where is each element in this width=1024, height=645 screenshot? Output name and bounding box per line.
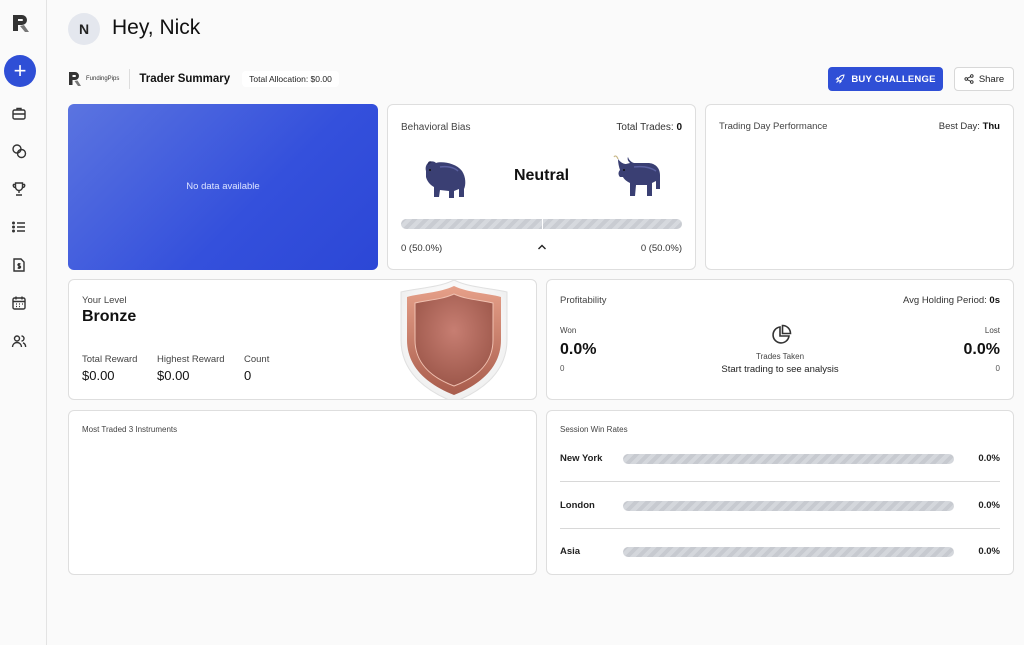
session-name: New York: [560, 453, 603, 464]
highest-reward-stat: Highest Reward $0.00: [157, 354, 225, 383]
session-row-london: London 0.0%: [560, 500, 1000, 546]
session-name: London: [560, 500, 595, 511]
divider: [560, 481, 1000, 482]
card-title: Session Win Rates: [560, 425, 628, 434]
buy-challenge-button[interactable]: BUY CHALLENGE: [828, 67, 943, 91]
best-day-value: Thu: [982, 121, 1000, 132]
sidebar: +: [0, 0, 47, 645]
card-title: Most Traded 3 Instruments: [82, 425, 178, 434]
add-button[interactable]: +: [4, 55, 36, 87]
stat-value: $0.00: [157, 368, 190, 383]
count-stat: Count 0: [244, 354, 269, 383]
chevron-up-icon[interactable]: [536, 241, 548, 253]
session-win-rates-card: Session Win Rates New York 0.0% London 0…: [546, 410, 1014, 575]
list-icon[interactable]: [11, 219, 27, 235]
session-row-new-york: New York 0.0%: [560, 453, 1000, 499]
calendar-icon[interactable]: [11, 295, 27, 311]
trophy-icon[interactable]: [11, 181, 27, 197]
behavioral-bias-card: Behavioral Bias Total Trades: 0 Neutral …: [387, 104, 696, 270]
total-reward-stat: Total Reward $0.00: [82, 354, 137, 383]
summary-title: Trader Summary: [139, 73, 231, 85]
level-card: Your Level Bronze Total Reward $0.00 Hig…: [68, 279, 537, 400]
lost-label: Lost: [984, 326, 1000, 335]
session-win-rate-bar: [623, 501, 954, 511]
briefcase-icon[interactable]: [11, 105, 27, 121]
session-win-rate-bar: [623, 547, 954, 557]
best-day-label: Best Day:: [938, 121, 980, 132]
won-label: Won: [560, 326, 577, 335]
share-icon: [964, 74, 974, 84]
share-button[interactable]: Share: [954, 67, 1014, 91]
avg-holding-value: 0s: [989, 295, 1000, 306]
trades-taken-label: Trades Taken: [755, 352, 805, 361]
bias-split-marker: [541, 219, 543, 229]
page-title: Hey, Nick: [112, 16, 201, 39]
bull-value: 0 (50.0%): [640, 243, 682, 254]
total-trades-value: 0: [676, 122, 682, 133]
account-chart-card: No data available: [68, 104, 378, 270]
stat-label: Count: [244, 354, 270, 365]
no-data-message: No data available: [186, 181, 260, 192]
total-trades-label: Total Trades:: [616, 122, 674, 133]
lost-percentage: 0.0%: [963, 341, 1000, 358]
session-row-asia: Asia 0.0%: [560, 546, 1000, 592]
stat-value: 0: [244, 368, 252, 383]
bull-icon: [613, 155, 660, 196]
stat-label: Total Reward: [82, 354, 138, 365]
session-name: Asia: [560, 546, 581, 557]
rocket-icon: [835, 74, 845, 84]
users-icon[interactable]: [11, 333, 27, 349]
session-win-rate-value: 0.0%: [978, 546, 1000, 557]
card-title: Profitability: [560, 295, 607, 306]
stat-label: Highest Reward: [157, 354, 225, 365]
brand-logo-icon: [69, 72, 81, 86]
document-dollar-icon[interactable]: [11, 257, 27, 273]
lost-count: 0: [995, 364, 1000, 373]
avg-holding-period: Avg Holding Period: 0s: [903, 295, 1000, 306]
avatar[interactable]: N: [68, 13, 100, 45]
total-trades: Total Trades: 0: [616, 122, 682, 133]
bronze-shield-icon: [400, 280, 508, 399]
total-allocation: Total Allocation: $0.00: [242, 71, 339, 87]
stat-value: $0.00: [82, 368, 115, 383]
brand-name: FundingPips: [86, 76, 120, 82]
card-title: Trading Day Performance: [719, 121, 828, 132]
card-title: Your Level: [82, 295, 127, 306]
session-win-rate-bar: [623, 454, 954, 464]
trading-day-performance-card: Trading Day Performance Best Day: Thu: [705, 104, 1014, 270]
pie-chart-icon: [772, 324, 792, 344]
avg-holding-label: Avg Holding Period:: [902, 295, 987, 306]
most-traded-instruments-card: Most Traded 3 Instruments: [68, 410, 537, 575]
session-win-rate-value: 0.0%: [978, 500, 1000, 511]
best-day: Best Day: Thu: [939, 121, 1000, 132]
divider: [129, 69, 131, 89]
summary-bar: FundingPips Trader Summary Total Allocat…: [68, 69, 339, 89]
app-logo[interactable]: [10, 12, 32, 34]
profitability-card: Profitability Avg Holding Period: 0s Won…: [546, 279, 1014, 400]
card-title: Behavioral Bias: [401, 122, 471, 133]
bias-progress-bar: [401, 219, 682, 229]
level-name: Bronze: [82, 308, 137, 325]
buy-challenge-label: BUY CHALLENGE: [851, 73, 936, 85]
bear-value: 0 (50.0%): [401, 243, 443, 254]
share-label: Share: [978, 73, 1005, 85]
session-win-rate-value: 0.0%: [978, 453, 1000, 464]
empty-analysis-message: Start trading to see analysis: [721, 364, 839, 375]
coins-icon[interactable]: [11, 143, 27, 159]
divider: [560, 528, 1000, 529]
